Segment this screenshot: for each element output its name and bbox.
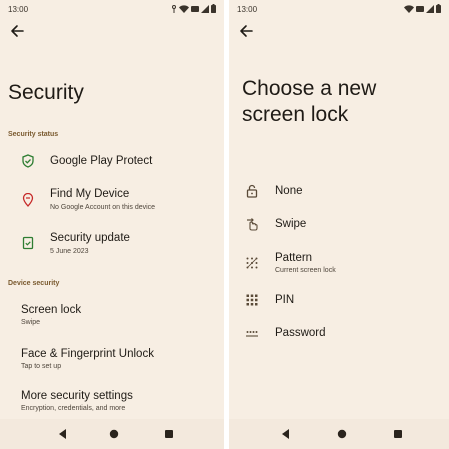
google-play-protect-item[interactable]: Google Play Protect [0,150,224,174]
find-device-pin-icon [22,193,34,207]
signal-icon [201,4,209,13]
unlocked-padlock-icon [246,184,258,198]
back-arrow-icon[interactable] [8,22,26,40]
item-subtitle: No Google Account on this device [50,204,156,211]
page-title: Security [8,81,84,104]
navigation-bar [229,419,449,449]
navigation-bar [0,419,224,449]
face-fingerprint-unlock-item[interactable]: Face & Fingerprint Unlock Tap to set up [0,344,224,374]
pin-keypad-icon [246,294,258,306]
battery-icon [211,4,216,13]
item-label: Security update [50,232,130,244]
item-subtitle: Tap to set up [21,363,62,370]
home-nav-icon[interactable] [335,427,349,441]
section-header-device-security: Device security [8,280,60,287]
screen-lock-option-pin[interactable]: PIN [229,289,449,311]
item-label: Face & Fingerprint Unlock [21,348,154,360]
item-label: Google Play Protect [50,155,153,167]
choose-screen-lock-screen: 13:00 Choose a new screen lock None Swip… [229,0,449,449]
back-nav-icon[interactable] [279,427,293,441]
back-nav-icon[interactable] [56,427,70,441]
security-update-icon [22,236,34,250]
battery-icon [436,4,441,13]
item-label: Find My Device [50,188,130,200]
item-label: More security settings [21,390,133,402]
section-header-security-status: Security status [8,131,59,138]
security-screen: 13:00 Security Security status Google Pl… [0,0,224,449]
home-nav-icon[interactable] [107,427,121,441]
option-label: Password [275,327,326,339]
wifi-icon [179,4,189,13]
data-icon [416,5,424,12]
signal-icon [426,4,434,13]
screen-lock-option-pattern[interactable]: Pattern Current screen lock [229,248,449,278]
shield-check-icon [22,154,34,168]
option-label: None [275,185,303,197]
status-time: 13:00 [8,5,29,14]
recents-nav-icon[interactable] [162,427,176,441]
status-bar: 13:00 [237,4,441,16]
data-icon [191,5,199,12]
screenshot: 13:00 Security Security status Google Pl… [0,0,449,449]
page-title: Choose a new screen lock [242,77,377,126]
security-update-item[interactable]: Security update 5 June 2023 [0,228,224,260]
swipe-icon [247,218,258,231]
option-label: Pattern [275,252,313,264]
item-label: Screen lock [21,304,82,316]
screen-lock-option-none[interactable]: None [229,180,449,202]
status-icons [404,4,441,13]
screen-lock-option-password[interactable]: Password [229,322,449,344]
status-time: 13:00 [237,5,258,14]
status-bar: 13:00 [8,4,216,16]
screen-lock-item[interactable]: Screen lock Swipe [0,300,224,330]
recents-nav-icon[interactable] [391,427,405,441]
vpn-key-icon [172,4,176,13]
screen-lock-option-swipe[interactable]: Swipe [229,213,449,235]
option-subtitle: Current screen lock [275,267,336,274]
item-subtitle: 5 June 2023 [50,248,89,255]
option-label: PIN [275,294,295,306]
back-arrow-icon[interactable] [237,22,255,40]
item-subtitle: Swipe [21,319,41,326]
wifi-icon [404,4,414,13]
password-dots-icon [246,331,258,337]
find-my-device-item[interactable]: Find My Device No Google Account on this… [0,184,224,216]
option-label: Swipe [275,218,307,230]
status-icons [171,4,216,13]
more-security-settings-item[interactable]: More security settings Encryption, crede… [0,386,224,416]
pattern-grid-icon [246,257,258,269]
item-subtitle: Encryption, credentials, and more [21,405,126,412]
